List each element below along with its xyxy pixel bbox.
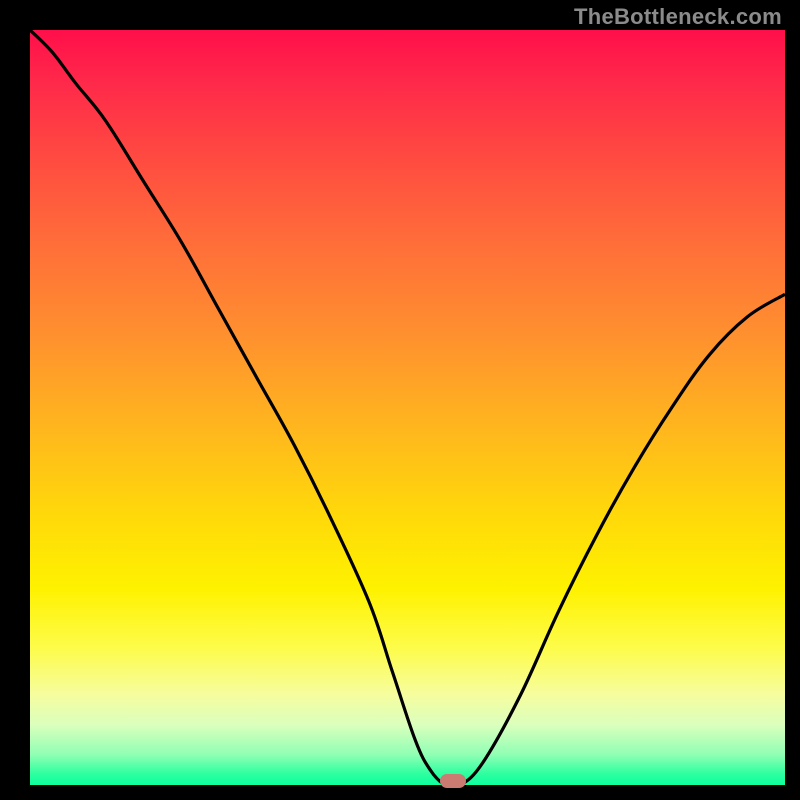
- curve-path: [30, 30, 785, 785]
- plot-area: [30, 30, 785, 785]
- optimal-marker: [440, 774, 466, 788]
- bottleneck-curve: [30, 30, 785, 785]
- chart-frame: TheBottleneck.com: [0, 0, 800, 800]
- attribution-text: TheBottleneck.com: [574, 4, 782, 30]
